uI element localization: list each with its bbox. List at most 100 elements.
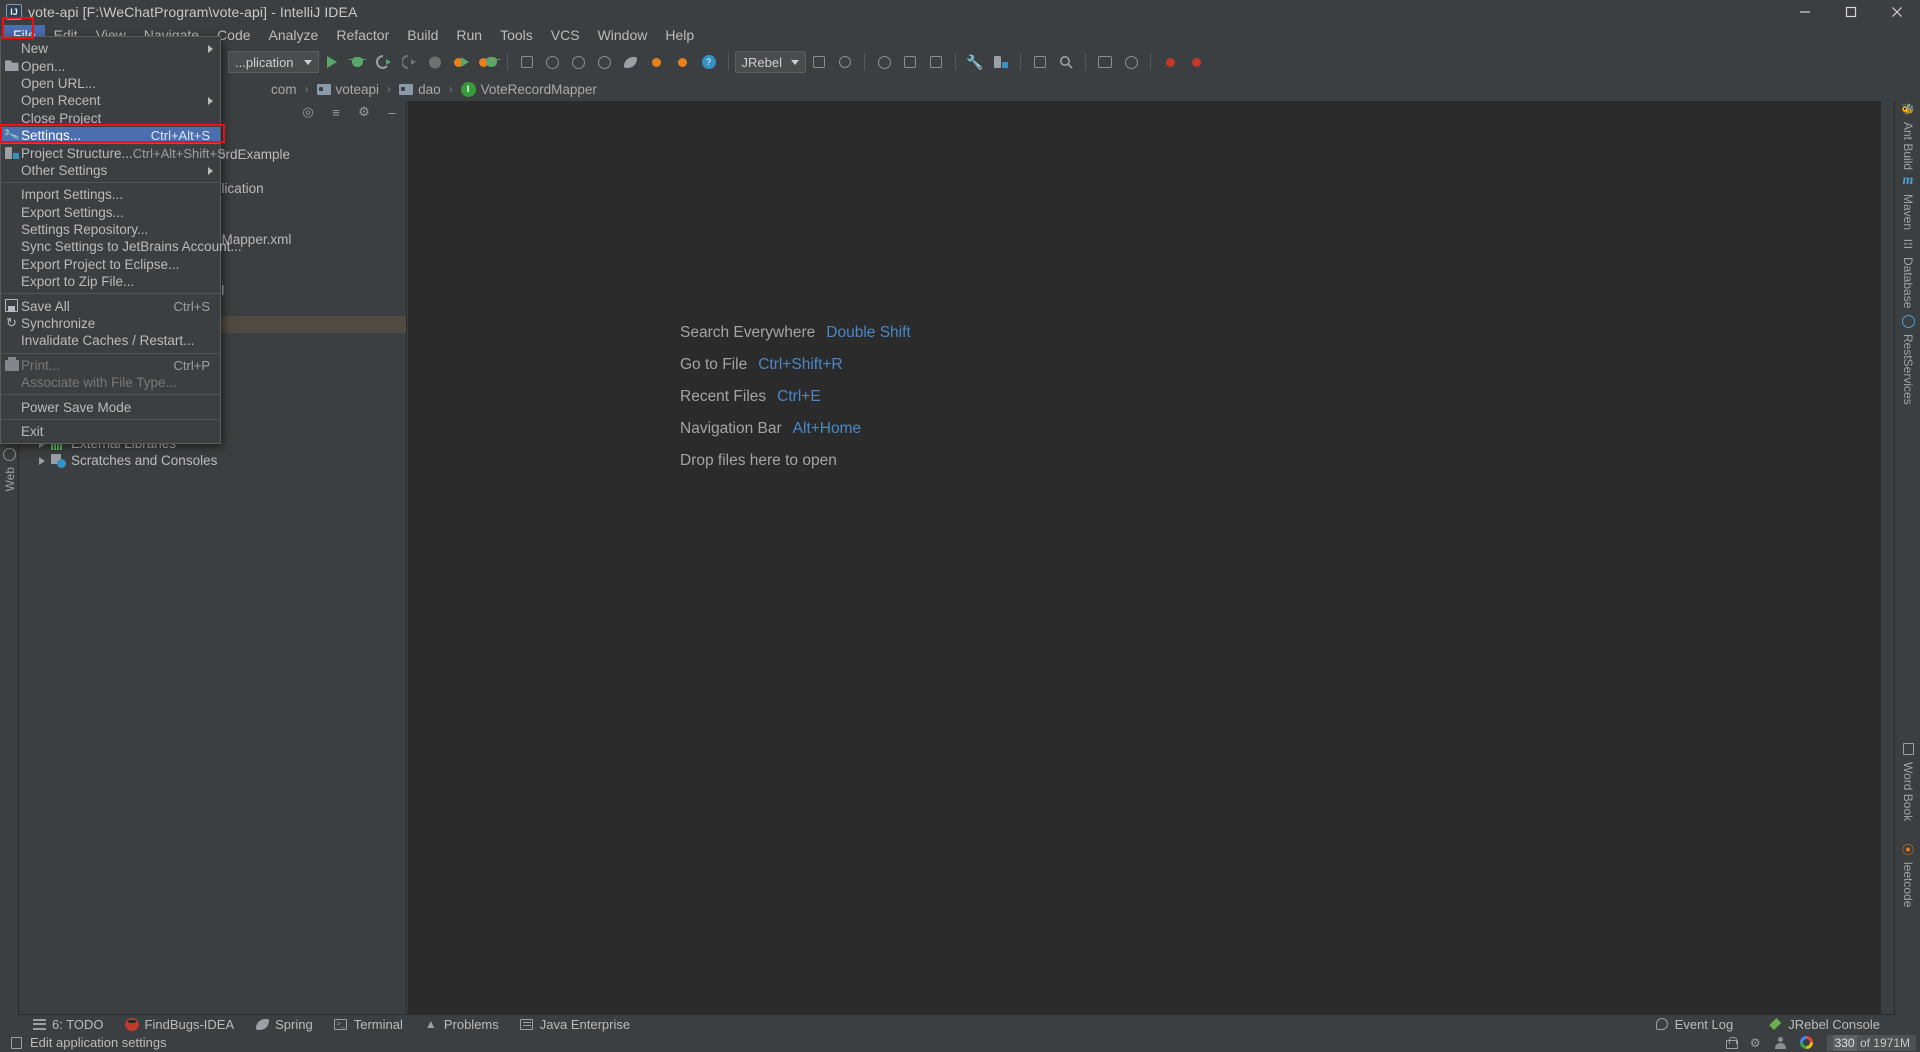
no-entry-icon[interactable] xyxy=(1118,50,1144,74)
jrebel-debug-icon[interactable] xyxy=(475,50,501,74)
menu-item-save-all[interactable]: Save All Ctrl+S xyxy=(1,297,220,314)
menu-separator xyxy=(1,352,220,354)
menu-item-label: Import Settings... xyxy=(21,187,124,203)
open-folder-icon xyxy=(4,58,19,73)
save-icon xyxy=(4,298,19,313)
memory-indicator[interactable]: 330 of 1971M xyxy=(1826,1034,1916,1051)
menu-analyze[interactable]: Analyze xyxy=(260,25,328,47)
run-with-coverage-icon[interactable] xyxy=(371,50,397,74)
menu-item-export-project-to-eclipse[interactable]: Export Project to Eclipse... xyxy=(1,256,220,273)
menu-item-open[interactable]: Open... xyxy=(1,57,220,74)
menu-run[interactable]: Run xyxy=(447,25,491,47)
gradle-refresh-icon[interactable] xyxy=(592,50,618,74)
sidebar-item-restservices[interactable]: RestServices xyxy=(1895,313,1920,405)
minimize-button[interactable] xyxy=(1782,0,1828,24)
tool-window-event-log[interactable]: Event Log xyxy=(1654,1016,1733,1032)
person-icon[interactable] xyxy=(1774,1036,1786,1049)
tool-window-jrebel-console[interactable]: JRebel Console xyxy=(1767,1016,1880,1032)
coverage-run-icon[interactable] xyxy=(644,50,670,74)
menu-item-export-settings[interactable]: Export Settings... xyxy=(1,204,220,221)
back-icon[interactable] xyxy=(897,50,923,74)
breadcrumb-item-dao[interactable]: dao xyxy=(396,81,444,98)
breadcrumb-item-voteapi[interactable]: voteapi xyxy=(314,81,383,98)
locate-icon[interactable]: ◎ xyxy=(300,104,316,120)
breadcrumb-item-com[interactable]: com xyxy=(268,81,300,98)
menu-vcs[interactable]: VCS xyxy=(542,25,589,47)
file-menu-popup[interactable]: New Open... Open URL... Open Recent Close Pr… xyxy=(0,36,242,445)
vcs-update-icon[interactable] xyxy=(806,50,832,74)
spring-icon[interactable] xyxy=(618,50,644,74)
debug-icon[interactable] xyxy=(345,50,371,74)
maximize-button[interactable] xyxy=(1828,0,1874,24)
menu-refactor[interactable]: Refactor xyxy=(327,25,398,47)
editor-area[interactable]: Search Everywhere Double Shift Go to File C… xyxy=(408,101,1894,1016)
sidebar-item-database[interactable]: ☲ Database xyxy=(1895,236,1920,309)
run-icon[interactable] xyxy=(319,50,345,74)
jrebel-run-icon[interactable] xyxy=(449,50,475,74)
menu-item-import-settings[interactable]: Import Settings... xyxy=(1,186,220,203)
run-configuration-selector[interactable]: ...plication xyxy=(228,51,319,73)
project-structure-icon[interactable] xyxy=(988,50,1014,74)
tool-window-terminal[interactable]: >_ Terminal xyxy=(333,1016,403,1032)
google-icon[interactable] xyxy=(1799,1036,1813,1049)
database-icon: ☲ xyxy=(1903,238,1913,251)
menu-item-export-to-zip-file[interactable]: Export to Zip File... xyxy=(1,273,220,290)
chevron-right-icon[interactable] xyxy=(39,456,45,465)
database-icon[interactable] xyxy=(1157,50,1183,74)
menu-window[interactable]: Window xyxy=(589,25,657,47)
menu-item-settings[interactable]: 🔧 Settings... Ctrl+Alt+S xyxy=(1,126,220,145)
profile-icon[interactable] xyxy=(397,50,423,74)
sidebar-item-web[interactable]: Web xyxy=(0,446,19,491)
toolbar-separator-4 xyxy=(955,53,957,71)
terminal-tool-icon[interactable] xyxy=(1027,50,1053,74)
menu-item-close-project[interactable]: Close Project xyxy=(1,110,220,127)
tool-window-problems[interactable]: ▲ Problems xyxy=(423,1016,499,1032)
sidebar-item-word-book[interactable]: Word Book xyxy=(1895,741,1920,821)
vcs-commit-icon[interactable] xyxy=(832,50,858,74)
translate-icon[interactable] xyxy=(1183,50,1209,74)
jrebel-selector[interactable]: JRebel xyxy=(734,51,807,73)
tool-window-spring[interactable]: Spring xyxy=(254,1016,313,1032)
menu-item-synchronize[interactable]: ↻ Synchronize xyxy=(1,315,220,332)
menu-tools[interactable]: Tools xyxy=(491,25,542,47)
gear-question-icon[interactable]: ⚙ xyxy=(1750,1036,1761,1050)
menu-item-open-url[interactable]: Open URL... xyxy=(1,75,220,92)
search-icon[interactable] xyxy=(1053,50,1079,74)
tool-window-findbugs-idea[interactable]: FindBugs-IDEA xyxy=(124,1016,234,1032)
menu-item-project-structure[interactable]: Project Structure... Ctrl+Alt+Shift+S xyxy=(1,144,226,161)
sidebar-item-ant-build[interactable]: 🐝 Ant Build xyxy=(1895,101,1920,171)
rerun-icon[interactable] xyxy=(566,50,592,74)
sidebar-item-maven[interactable]: m Maven xyxy=(1895,173,1920,230)
sidebar-item-leetcode[interactable]: ⦿ leetcode xyxy=(1895,841,1920,908)
deploy-icon[interactable] xyxy=(670,50,696,74)
menu-item-open-recent[interactable]: Open Recent xyxy=(1,92,220,109)
build-icon[interactable] xyxy=(514,50,540,74)
stop-icon[interactable] xyxy=(423,50,449,74)
menu-item-invalidate-caches-restart[interactable]: Invalidate Caches / Restart... xyxy=(1,332,220,349)
gear-icon[interactable]: ⚙ xyxy=(356,104,372,120)
menu-item-other-settings[interactable]: Other Settings xyxy=(1,162,220,179)
tool-window-java-enterprise[interactable]: Java Enterprise xyxy=(519,1016,630,1032)
event-log-icon xyxy=(1654,1016,1670,1032)
menu-item-new[interactable]: New xyxy=(1,40,220,57)
close-button[interactable] xyxy=(1874,0,1920,24)
hide-icon[interactable]: – xyxy=(384,104,400,120)
menu-item-sync-settings-to-jetbrains-account[interactable]: Sync Settings to JetBrains Account... xyxy=(1,238,242,255)
compare-icon[interactable] xyxy=(1092,50,1118,74)
tool-window-6-todo[interactable]: 6: TODO xyxy=(31,1016,104,1032)
menu-item-exit[interactable]: Exit xyxy=(1,423,220,440)
help-icon[interactable]: ? xyxy=(696,50,722,74)
collapse-all-icon[interactable]: ≡ xyxy=(328,104,344,120)
tree-item[interactable]: Scratches and Consoles xyxy=(19,452,406,469)
update-icon[interactable] xyxy=(540,50,566,74)
settings-icon[interactable]: 🔧 xyxy=(962,50,988,74)
menu-item-settings-repository[interactable]: Settings Repository... xyxy=(1,221,220,238)
menu-help[interactable]: Help xyxy=(656,25,703,47)
editor-scrollbar[interactable] xyxy=(1881,101,1894,1016)
forward-icon[interactable] xyxy=(923,50,949,74)
menu-item-power-save-mode[interactable]: Power Save Mode xyxy=(1,398,220,415)
breadcrumb-item-voterecordmapper[interactable]: I VoteRecordMapper xyxy=(458,81,600,98)
menu-build[interactable]: Build xyxy=(398,25,447,47)
run-anything-icon[interactable] xyxy=(871,50,897,74)
lock-icon[interactable] xyxy=(1725,1036,1738,1049)
